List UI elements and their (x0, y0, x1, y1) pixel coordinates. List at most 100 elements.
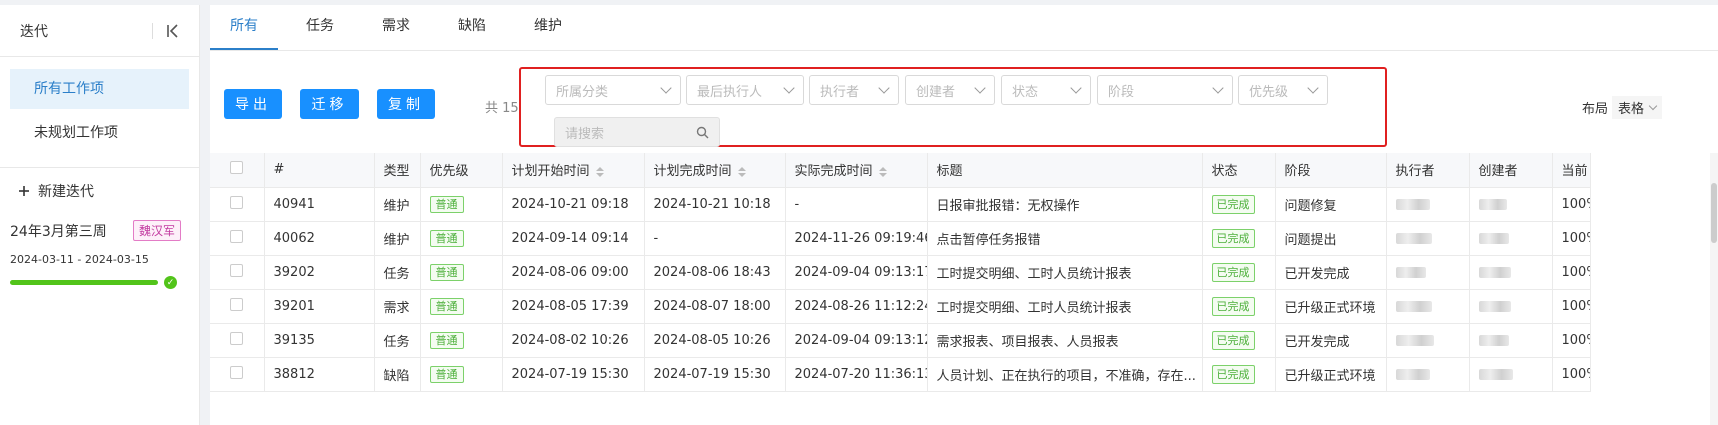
status-badge: 已完成 (1211, 229, 1255, 248)
blurred-creator (1478, 368, 1513, 380)
blurred-executor (1395, 300, 1432, 312)
table-row[interactable]: 38812 缺陷 普通 2024-07-19 15:30 2024-07-19 15:3… (210, 357, 1591, 392)
iteration-owner-badge: 魏汉军 (132, 220, 181, 241)
select-all-checkbox[interactable] (230, 161, 244, 175)
cell-type: 缺陷 (374, 357, 421, 392)
table-row[interactable]: 40062 维护 普通 2024-09-14 09:14-2024-11-26 09:… (210, 221, 1591, 256)
column-header-type[interactable]: 类型 (374, 153, 421, 188)
cell-title[interactable]: 工时提交明细、工时人员统计报表 (927, 289, 1203, 324)
cell-current: 100% (1552, 357, 1591, 392)
priority-tag: 普通 (429, 366, 464, 383)
toolbar: 导出 迁移 复制 共 158 个 所属分类 最后执行人 执行者 创建者 状态 阶… (210, 51, 1718, 153)
tab-defects[interactable]: 缺陷 (438, 4, 506, 50)
cell-actual-end: 2024-09-04 09:13:17 (785, 255, 928, 290)
column-header-executor[interactable]: 执行者 (1386, 153, 1470, 188)
sort-icon[interactable] (737, 166, 746, 177)
chevron-down-icon (1648, 101, 1658, 110)
category-filter[interactable]: 所属分类 (545, 75, 681, 105)
sidebar-item-all-work-items[interactable]: 所有工作项 (10, 69, 189, 109)
row-checkbox[interactable] (230, 331, 244, 345)
row-checkbox[interactable] (230, 195, 244, 209)
sort-icon[interactable] (595, 166, 604, 177)
cell-current: 100% (1552, 289, 1591, 324)
column-header-actual-end[interactable]: 实际完成时间 (785, 153, 928, 188)
last-executor-filter[interactable]: 最后执行人 (686, 75, 804, 105)
progress-bar (10, 280, 158, 285)
migrate-button[interactable]: 迁移 (300, 89, 359, 119)
creator-filter[interactable]: 创建者 (905, 75, 995, 105)
executor-filter[interactable]: 执行者 (809, 75, 899, 105)
cell-plan-start: 2024-08-06 09:00 (502, 255, 645, 290)
iteration-card[interactable]: 24年3月第三周 魏汉军 2024-03-11 - 2024-03-15 ✓ (0, 214, 199, 289)
column-header-plan-start[interactable]: 计划开始时间 (502, 153, 645, 188)
cell-plan-end: 2024-08-06 18:43 (644, 255, 786, 290)
priority-tag: 普通 (429, 230, 464, 247)
cell-title[interactable]: 工时提交明细、工时人员统计报表 (927, 255, 1203, 290)
column-header-id[interactable]: # (264, 153, 375, 188)
filter-panel: 所属分类 最后执行人 执行者 创建者 状态 阶段 优先级 请搜索 (519, 67, 1387, 147)
stage-filter[interactable]: 阶段 (1097, 75, 1233, 105)
status-badge: 已完成 (1211, 297, 1255, 316)
collapse-left-icon[interactable] (165, 23, 181, 39)
cell-title[interactable]: 人员计划、正在执行的项目，不准确，存在... (927, 357, 1203, 392)
row-checkbox[interactable] (230, 229, 244, 243)
table-row[interactable]: 39202 任务 普通 2024-08-06 09:00 2024-08-06 18:4… (210, 255, 1591, 290)
column-header-priority[interactable]: 优先级 (420, 153, 503, 188)
table-row[interactable]: 39201 需求 普通 2024-08-05 17:39 2024-08-07 18:0… (210, 289, 1591, 324)
sidebar-item-unplanned-work-items[interactable]: 未规划工作项 (10, 113, 189, 153)
column-header-title[interactable]: 标题 (927, 153, 1203, 188)
layout-switcher: 布局 表格 (1582, 96, 1662, 119)
status-badge: 已完成 (1211, 263, 1255, 282)
cell-actual-end: 2024-08-26 11:12:24 (785, 289, 928, 324)
cell-title[interactable]: 需求报表、项目报表、人员报表 (927, 323, 1203, 358)
scrollbar-thumb[interactable] (1711, 183, 1717, 243)
cell-stage: 已升级正式环境 (1275, 289, 1387, 324)
layout-select[interactable]: 表格 (1611, 96, 1662, 119)
row-checkbox[interactable] (230, 365, 244, 379)
chevron-down-icon (1070, 82, 1082, 94)
column-header-status[interactable]: 状态 (1202, 153, 1276, 188)
search-icon[interactable] (696, 126, 709, 139)
chevron-down-icon (783, 82, 795, 94)
tab-all[interactable]: 所有 (210, 4, 278, 50)
cell-title[interactable]: 日报审批报错：无权操作 (927, 187, 1203, 222)
tab-maintenance[interactable]: 维护 (514, 4, 582, 50)
table-row[interactable]: 39135 任务 普通 2024-08-02 10:26 2024-08-05 10:2… (210, 323, 1591, 358)
table-row[interactable]: 40941 维护 普通 2024-10-21 09:18 2024-10-21 10:1… (210, 187, 1591, 222)
column-header-current[interactable]: 当前 (1552, 153, 1591, 188)
executor-filter-label: 执行者 (820, 84, 860, 100)
copy-button[interactable]: 复制 (377, 89, 435, 119)
cell-plan-start: 2024-10-21 09:18 (502, 187, 645, 222)
sidebar-header: 迭代 (0, 5, 199, 57)
cell-id: 39202 (264, 255, 375, 290)
priority-filter-label: 优先级 (1249, 84, 1289, 100)
blurred-creator (1478, 232, 1509, 244)
blurred-executor (1395, 266, 1426, 278)
row-checkbox[interactable] (230, 263, 244, 277)
divider (152, 22, 153, 39)
priority-filter[interactable]: 优先级 (1238, 75, 1328, 105)
cell-plan-start: 2024-08-05 17:39 (502, 289, 645, 324)
tab-tasks[interactable]: 任务 (286, 4, 354, 50)
new-iteration-button[interactable]: 新建迭代 (0, 168, 199, 214)
column-header-creator[interactable]: 创建者 (1469, 153, 1553, 188)
column-header-stage[interactable]: 阶段 (1275, 153, 1387, 188)
sidebar-title: 迭代 (20, 23, 48, 40)
row-checkbox[interactable] (230, 297, 244, 311)
cell-stage: 已升级正式环境 (1275, 357, 1387, 392)
cell-plan-end: 2024-10-21 10:18 (644, 187, 786, 222)
search-input[interactable]: 请搜索 (554, 117, 720, 147)
export-button[interactable]: 导出 (224, 89, 282, 119)
chevron-down-icon (974, 82, 986, 94)
status-filter[interactable]: 状态 (1001, 75, 1091, 105)
table-header-row: # 类型 优先级 计划开始时间 计划完成时间 实际完成时间 标题 状态 阶段 执… (210, 153, 1591, 188)
cell-title[interactable]: 点击暂停任务报错 (927, 221, 1203, 256)
creator-filter-label: 创建者 (916, 84, 956, 100)
column-header-plan-end[interactable]: 计划完成时间 (644, 153, 786, 188)
new-iteration-label: 新建迭代 (38, 184, 94, 200)
cell-id: 39135 (264, 323, 375, 358)
sort-icon[interactable] (878, 166, 887, 177)
priority-tag: 普通 (429, 332, 464, 349)
vertical-scrollbar[interactable] (1710, 153, 1718, 425)
tab-requirements[interactable]: 需求 (362, 4, 430, 50)
